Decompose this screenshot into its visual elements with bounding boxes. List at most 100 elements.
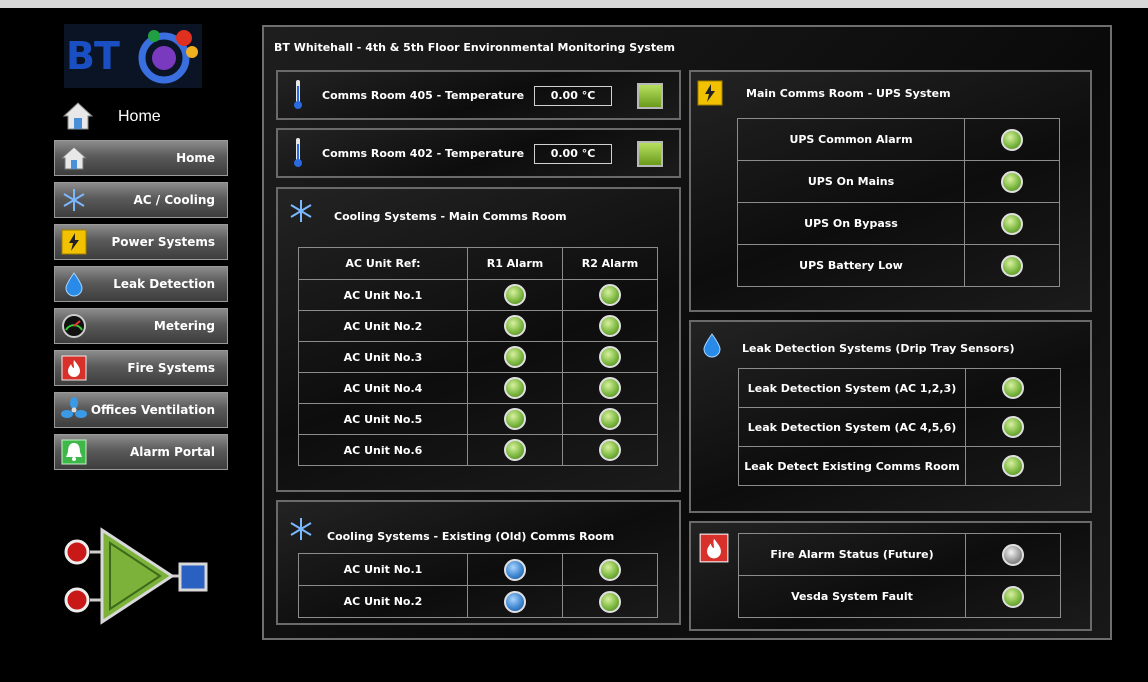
ac-unit-label: AC Unit No.3 [298,341,468,373]
table-row: AC Unit No.3 [298,341,658,373]
page-title: BT Whitehall - 4th & 5th Floor Environme… [274,41,676,54]
nav-metering-button[interactable]: Metering [54,308,228,344]
water-drop-icon [65,272,83,297]
fire-status-indicator [1002,585,1024,608]
ups-status-label: UPS Common Alarm [737,118,965,161]
r1-alarm-indicator [504,408,526,430]
temperature-label: Comms Room 402 - Temperature [322,147,525,160]
gauge-icon [62,314,86,338]
r2-alarm-indicator [599,284,621,306]
r1-alarm-indicator [504,284,526,306]
temperature-panel-402: Comms Room 402 - Temperature 0.00 °C [276,128,681,178]
nav-offices-ventilation-label: Offices Ventilation [90,403,215,417]
leak-sensor-indicator [1002,416,1024,438]
table-row: UPS On Bypass [737,202,1060,245]
cooling-main-panel: Cooling Systems - Main Comms Room AC Uni… [276,187,681,492]
column-header: R2 Alarm [562,247,658,280]
nav-fire-systems-button[interactable]: Fire Systems [54,350,228,386]
r2-alarm-indicator [599,408,621,430]
cooling-main-table: AC Unit Ref: R1 Alarm R2 Alarm AC Unit N… [298,247,658,466]
snowflake-icon [63,189,85,211]
ups-table: UPS Common Alarm UPS On Mains UPS On Byp… [737,118,1060,287]
nav-ac-cooling-label: AC / Cooling [133,193,216,207]
column-header: AC Unit Ref: [298,247,468,280]
r1-alarm-indicator [504,315,526,337]
r2-alarm-indicator [599,590,621,613]
nav-ac-cooling-button[interactable]: AC / Cooling [54,182,228,218]
ups-status-indicator [1001,128,1023,151]
cooling-old-title: Cooling Systems - Existing (Old) Comms R… [327,530,615,543]
leak-detection-table: Leak Detection System (AC 1,2,3) Leak De… [738,368,1061,486]
ups-status-label: UPS On Mains [737,160,965,203]
home-icon [61,146,87,170]
nav-offices-ventilation-button[interactable]: Offices Ventilation [54,392,228,428]
leak-sensor-label: Leak Detection System (AC 4,5,6) [738,407,966,447]
table-row: AC Unit No.2 [298,310,658,342]
ac-unit-label: AC Unit No.2 [298,310,468,342]
nav-home-label: Home [176,151,215,165]
leak-detection-panel: Leak Detection Systems (Drip Tray Sensor… [689,320,1092,513]
home-heading: Home [60,100,230,134]
r1-alarm-indicator [504,377,526,399]
table-row: Fire Alarm Status (Future) [738,533,1061,576]
table-row: Leak Detect Existing Comms Room [738,446,1061,486]
bt-logo-text: BT [66,34,120,78]
ac-unit-label: AC Unit No.4 [298,372,468,404]
cooling-main-title: Cooling Systems - Main Comms Room [334,210,567,223]
fire-status-label: Vesda System Fault [738,575,966,618]
thermometer-icon [294,138,302,167]
temperature-value: 0.00 °C [534,144,612,164]
ups-status-label: UPS On Bypass [737,202,965,245]
r1-alarm-indicator [504,558,526,581]
home-icon [62,102,94,130]
leak-detection-title: Leak Detection Systems (Drip Tray Sensor… [742,342,1015,355]
fire-panel: Fire Alarm Status (Future) Vesda System … [689,521,1092,631]
temperature-status-indicator [637,83,663,109]
temperature-status-indicator [637,141,663,167]
temperature-value: 0.00 °C [534,86,612,106]
nav-power-systems-label: Power Systems [111,235,216,249]
table-row: UPS Common Alarm [737,118,1060,161]
nav-leak-detection-label: Leak Detection [113,277,215,291]
r2-alarm-indicator [599,558,621,581]
home-heading-label: Home [118,108,161,125]
column-header: R1 Alarm [467,247,563,280]
cooling-old-panel: Cooling Systems - Existing (Old) Comms R… [276,500,681,625]
temperature-label: Comms Room 405 - Temperature [322,89,525,102]
nav-alarm-portal-button[interactable]: Alarm Portal [54,434,228,470]
thermometer-icon [294,80,302,109]
ups-status-label: UPS Battery Low [737,244,965,287]
ac-unit-label: AC Unit No.2 [298,585,468,618]
temperature-panel-405: Comms Room 405 - Temperature 0.00 °C [276,70,681,120]
fire-status-indicator [1002,543,1024,566]
red-indicator-icon [64,587,90,613]
blue-indicator-icon [178,562,208,592]
fire-icon [61,355,87,381]
table-row: AC Unit No.1 [298,279,658,311]
nav-fire-systems-label: Fire Systems [127,361,215,375]
water-drop-icon [703,333,721,358]
table-row: AC Unit No.5 [298,403,658,435]
ac-unit-label: AC Unit No.5 [298,403,468,435]
ac-unit-label: AC Unit No.6 [298,434,468,466]
snowflake-icon [290,200,312,222]
lightning-icon [697,80,723,106]
bell-icon [61,439,87,465]
nav-metering-label: Metering [153,319,215,333]
lightning-icon [61,229,87,255]
table-row: AC Unit No.1 [298,553,658,586]
leak-sensor-indicator [1002,455,1024,477]
top-strip [0,0,1148,8]
table-row: AC Unit No.4 [298,372,658,404]
r2-alarm-indicator [599,315,621,337]
ups-status-indicator [1001,170,1023,193]
ups-status-indicator [1001,254,1023,277]
leak-sensor-label: Leak Detection System (AC 1,2,3) [738,368,966,408]
nav-leak-detection-button[interactable]: Leak Detection [54,266,228,302]
r1-alarm-indicator [504,346,526,368]
nav-alarm-portal-label: Alarm Portal [129,445,215,459]
table-row: UPS Battery Low [737,244,1060,287]
nav-home-button[interactable]: Home [54,140,228,176]
table-row: Vesda System Fault [738,575,1061,618]
nav-power-systems-button[interactable]: Power Systems [54,224,228,260]
